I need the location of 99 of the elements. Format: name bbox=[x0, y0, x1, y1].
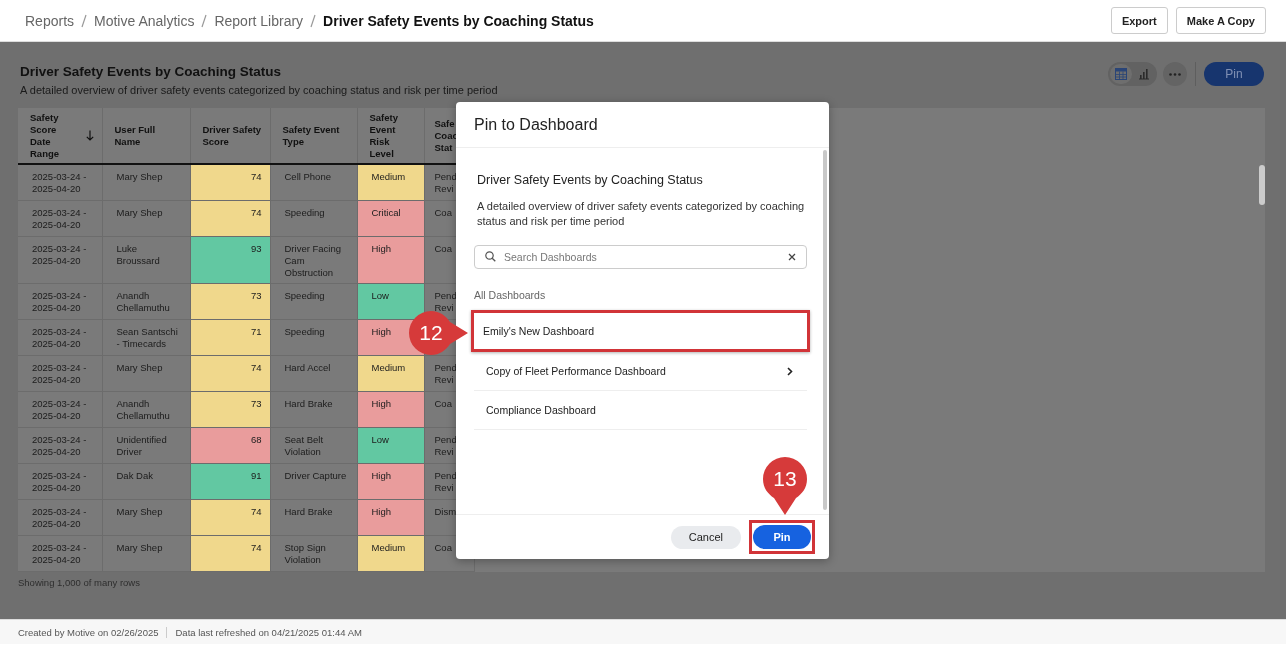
report-description: A detailed overview of driver safety events categorized by coaching status and risk per time period bbox=[20, 84, 499, 96]
breadcrumb-current: Driver Safety Events by Coaching Status bbox=[323, 12, 594, 29]
risk-level-cell: High bbox=[357, 499, 424, 536]
column-header[interactable]: User Full Name bbox=[102, 108, 190, 164]
refresh-info: Data last refreshed on 04/21/2025 01:44 AM bbox=[175, 626, 362, 638]
table-cell: Mary Shep bbox=[102, 535, 190, 572]
table-cell: Luke Broussard bbox=[102, 236, 190, 284]
table-cell: 2025-03-24 - 2025-04-20 bbox=[18, 355, 102, 392]
score-cell: 74 bbox=[190, 499, 270, 536]
search-icon bbox=[485, 251, 496, 262]
score-cell: 71 bbox=[190, 319, 270, 356]
table-cell: Hard Brake bbox=[270, 391, 357, 428]
dialog-title: Pin to Dashboard bbox=[474, 115, 598, 134]
score-cell: 74 bbox=[190, 355, 270, 392]
view-toggle[interactable] bbox=[1108, 62, 1157, 86]
bar-chart-icon bbox=[1138, 68, 1150, 80]
chevron-right-icon[interactable] bbox=[787, 366, 793, 376]
score-cell: 74 bbox=[190, 200, 270, 237]
dashboard-name: Emily's New Dashboard bbox=[483, 325, 595, 337]
breadcrumb-link[interactable]: Motive Analytics bbox=[94, 12, 195, 29]
score-cell: 74 bbox=[190, 164, 270, 201]
table-cell: 2025-03-24 - 2025-04-20 bbox=[18, 535, 102, 572]
section-label: All Dashboards bbox=[474, 289, 547, 301]
table-cell: Speeding bbox=[270, 319, 357, 356]
table-icon bbox=[1115, 68, 1127, 80]
cancel-button[interactable]: Cancel bbox=[670, 525, 741, 549]
table-cell: 2025-03-24 - 2025-04-20 bbox=[18, 164, 102, 201]
table-cell: Hard Accel bbox=[270, 355, 357, 392]
table-cell: Mary Shep bbox=[102, 164, 190, 201]
report-title: Driver Safety Events by Coaching Status bbox=[20, 64, 283, 79]
risk-level-cell: High bbox=[357, 236, 424, 284]
breadcrumb-link[interactable]: Report Library bbox=[214, 12, 304, 29]
table-cell: 2025-03-24 - 2025-04-20 bbox=[18, 283, 102, 320]
risk-level-cell: High bbox=[357, 391, 424, 428]
score-cell: 91 bbox=[190, 463, 270, 500]
breadcrumb-link[interactable]: Reports bbox=[25, 12, 75, 29]
column-header[interactable]: Safety Event Type bbox=[270, 108, 357, 164]
column-header-label: Safety Score Date Range bbox=[30, 111, 61, 160]
search-field[interactable]: Search Dashboards bbox=[474, 245, 807, 269]
table-cell: Cell Phone bbox=[270, 164, 357, 201]
risk-level-cell: Critical bbox=[357, 200, 424, 237]
table-cell: Anandh Chellamuthu bbox=[102, 283, 190, 320]
breadcrumb-separator-icon bbox=[310, 13, 317, 28]
table-cell: Mary Shep bbox=[102, 499, 190, 536]
table-cell: 2025-03-24 - 2025-04-20 bbox=[18, 391, 102, 428]
table-cell: 2025-03-24 - 2025-04-20 bbox=[18, 236, 102, 284]
table-cell: 2025-03-24 - 2025-04-20 bbox=[18, 200, 102, 237]
table-cell: Speeding bbox=[270, 283, 357, 320]
table-cell: Mary Shep bbox=[102, 355, 190, 392]
table-cell: Stop Sign Violation bbox=[270, 535, 357, 572]
report-title: Driver Safety Events by Coaching Status bbox=[477, 173, 704, 187]
dashboard-item[interactable]: Compliance Dashboard bbox=[474, 391, 807, 430]
dashboard-item[interactable]: Emily's New Dashboard bbox=[474, 313, 807, 349]
table-cell: 2025-03-24 - 2025-04-20 bbox=[18, 499, 102, 536]
table-cell: 2025-03-24 - 2025-04-20 bbox=[18, 319, 102, 356]
risk-level-cell: High bbox=[357, 463, 424, 500]
risk-level-cell: Low bbox=[357, 283, 424, 320]
table-cell: Unidentified Driver bbox=[102, 427, 190, 464]
scrollbar[interactable] bbox=[1259, 165, 1265, 205]
table-cell: Driver Capture bbox=[270, 463, 357, 500]
header-button[interactable]: Export bbox=[1110, 7, 1168, 34]
clear-icon[interactable] bbox=[788, 253, 796, 261]
scrollbar[interactable] bbox=[823, 150, 827, 510]
breadcrumb-separator-icon bbox=[201, 13, 208, 28]
table-cell: Hard Brake bbox=[270, 499, 357, 536]
created-info: Created by Motive on 02/26/2025 bbox=[18, 626, 159, 638]
dashboard-item[interactable]: Copy of Fleet Performance Dashboard bbox=[474, 352, 807, 391]
score-cell: 74 bbox=[190, 535, 270, 572]
row-count: Showing 1,000 of many rows bbox=[18, 577, 140, 588]
table-view-button[interactable] bbox=[1110, 64, 1132, 84]
table-cell: Dak Dak bbox=[102, 463, 190, 500]
table-cell: Speeding bbox=[270, 200, 357, 237]
table-cell: Driver Facing Cam Obstruction bbox=[270, 236, 357, 284]
table-cell: Sean Santschi - Timecards bbox=[102, 319, 190, 356]
score-cell: 93 bbox=[190, 236, 270, 284]
risk-level-cell: Medium bbox=[357, 355, 424, 392]
sort-arrow-icon[interactable] bbox=[85, 130, 94, 141]
score-cell: 73 bbox=[190, 283, 270, 320]
table-cell: 2025-03-24 - 2025-04-20 bbox=[18, 463, 102, 500]
table-cell: Seat Belt Violation bbox=[270, 427, 357, 464]
score-cell: 73 bbox=[190, 391, 270, 428]
table-cell: 2025-03-24 - 2025-04-20 bbox=[18, 427, 102, 464]
pin-button[interactable]: Pin bbox=[753, 525, 811, 549]
breadcrumb-separator-icon bbox=[81, 13, 88, 28]
pin-button[interactable]: Pin bbox=[1204, 62, 1264, 86]
table-cell: Anandh Chellamuthu bbox=[102, 391, 190, 428]
report-description: A detailed overview of driver safety events categorized by coaching status and risk per time period bbox=[477, 199, 806, 229]
dashboard-name: Compliance Dashboard bbox=[486, 404, 596, 416]
risk-level-cell: Medium bbox=[357, 164, 424, 201]
risk-level-cell: Low bbox=[357, 427, 424, 464]
more-options-button[interactable] bbox=[1163, 62, 1187, 86]
more-icon bbox=[1169, 72, 1181, 76]
step-badge: 13 bbox=[762, 456, 808, 516]
table-cell: Mary Shep bbox=[102, 200, 190, 237]
dashboard-name: Copy of Fleet Performance Dashboard bbox=[486, 365, 666, 377]
score-cell: 68 bbox=[190, 427, 270, 464]
step-badge: 12 bbox=[408, 310, 470, 356]
header-button[interactable]: Make A Copy bbox=[1175, 7, 1266, 34]
risk-level-cell: Medium bbox=[357, 535, 424, 572]
